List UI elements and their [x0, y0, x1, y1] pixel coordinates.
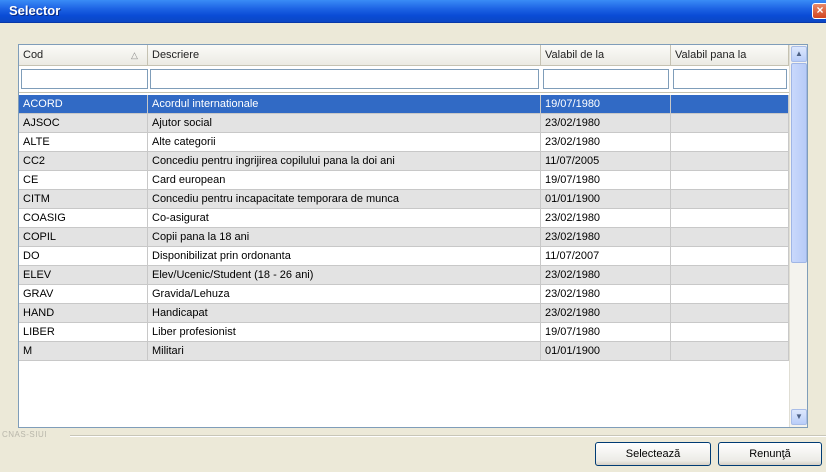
cell-cod: ELEV: [19, 266, 148, 284]
cell-valabil-de-la: 19/07/1980: [541, 323, 671, 341]
grid-header: Cod △ Descriere Valabil de la Valabil pa…: [19, 45, 789, 66]
cancel-button[interactable]: Renunţă: [718, 442, 822, 466]
cell-cod: CC2: [19, 152, 148, 170]
table-row[interactable]: GRAV Gravida/Lehuza 23/02/1980: [19, 285, 789, 304]
cell-valabil-pana-la: [671, 266, 789, 284]
close-icon[interactable]: ×: [812, 3, 826, 19]
cell-descriere: Copii pana la 18 ani: [148, 228, 541, 246]
cell-descriere: Handicapat: [148, 304, 541, 322]
cell-descriere: Disponibilizat prin ordonanta: [148, 247, 541, 265]
cell-cod: CE: [19, 171, 148, 189]
sort-ascending-icon: △: [131, 50, 138, 60]
table-row[interactable]: DO Disponibilizat prin ordonanta 11/07/200…: [19, 247, 789, 266]
column-header-valabil-de-la[interactable]: Valabil de la: [541, 45, 671, 65]
cell-cod: HAND: [19, 304, 148, 322]
cell-descriere: Ajutor social: [148, 114, 541, 132]
cell-descriere: Militari: [148, 342, 541, 360]
table-row[interactable]: CE Card european 19/07/1980: [19, 171, 789, 190]
cell-cod: DO: [19, 247, 148, 265]
cell-valabil-pana-la: [671, 342, 789, 360]
filter-valabil-de-la-input[interactable]: [543, 69, 669, 89]
cell-valabil-de-la: 23/02/1980: [541, 114, 671, 132]
cell-descriere: Concediu pentru incapacitate temporara d…: [148, 190, 541, 208]
scroll-down-icon[interactable]: ▼: [791, 409, 807, 425]
vertical-scrollbar[interactable]: ▲ ▼: [789, 45, 807, 427]
filter-descriere-input[interactable]: [150, 69, 539, 89]
table-row[interactable]: LIBER Liber profesionist 19/07/1980: [19, 323, 789, 342]
filter-valabil-pana-la-input[interactable]: [673, 69, 787, 89]
cell-valabil-pana-la: [671, 133, 789, 151]
cell-valabil-pana-la: [671, 304, 789, 322]
cell-valabil-pana-la: [671, 114, 789, 132]
cell-cod: COPIL: [19, 228, 148, 246]
cell-valabil-pana-la: [671, 209, 789, 227]
cell-valabil-de-la: 23/02/1980: [541, 285, 671, 303]
cell-valabil-de-la: 11/07/2007: [541, 247, 671, 265]
cell-valabil-de-la: 01/01/1900: [541, 190, 671, 208]
cell-descriere: Co-asigurat: [148, 209, 541, 227]
cell-valabil-pana-la: [671, 171, 789, 189]
cell-cod: COASIG: [19, 209, 148, 227]
cell-cod: M: [19, 342, 148, 360]
cell-valabil-pana-la: [671, 285, 789, 303]
cell-valabil-de-la: 11/07/2005: [541, 152, 671, 170]
cell-valabil-pana-la: [671, 323, 789, 341]
column-header-label: Cod: [23, 49, 44, 61]
filter-cod-input[interactable]: [21, 69, 148, 89]
column-header-valabil-pana-la[interactable]: Valabil pana la: [671, 45, 789, 65]
cell-descriere: Alte categorii: [148, 133, 541, 151]
cell-cod: ALTE: [19, 133, 148, 151]
cell-valabil-de-la: 23/02/1980: [541, 228, 671, 246]
scroll-up-icon[interactable]: ▲: [791, 46, 807, 62]
status-label: CNAS-SIUI: [2, 430, 47, 439]
title-bar: Selector ×: [0, 0, 826, 23]
scroll-thumb[interactable]: [791, 63, 807, 263]
cell-valabil-pana-la: [671, 247, 789, 265]
table-row[interactable]: HAND Handicapat 23/02/1980: [19, 304, 789, 323]
table-row[interactable]: CC2 Concediu pentru ingrijirea copilului …: [19, 152, 789, 171]
cell-cod: CITM: [19, 190, 148, 208]
cell-valabil-de-la: 23/02/1980: [541, 266, 671, 284]
cell-cod: LIBER: [19, 323, 148, 341]
cell-valabil-de-la: 01/01/1900: [541, 342, 671, 360]
table-row[interactable]: CITM Concediu pentru incapacitate tempora…: [19, 190, 789, 209]
cell-valabil-pana-la: [671, 228, 789, 246]
cell-descriere: Concediu pentru ingrijirea copilului pan…: [148, 152, 541, 170]
cell-valabil-de-la: 23/02/1980: [541, 209, 671, 227]
cell-descriere: Gravida/Lehuza: [148, 285, 541, 303]
cell-descriere: Elev/Ucenic/Student (18 - 26 ani): [148, 266, 541, 284]
column-header-descriere[interactable]: Descriere: [148, 45, 541, 65]
selector-grid: Cod △ Descriere Valabil de la Valabil pa…: [18, 44, 808, 428]
cell-valabil-pana-la: [671, 152, 789, 170]
table-row[interactable]: ACORD Acordul internationale 19/07/1980: [19, 95, 789, 114]
column-header-cod[interactable]: Cod △: [19, 45, 148, 65]
table-row[interactable]: ELEV Elev/Ucenic/Student (18 - 26 ani) 23/…: [19, 266, 789, 285]
table-row[interactable]: M Militari 01/01/1900: [19, 342, 789, 361]
status-divider: [70, 435, 826, 437]
cell-valabil-de-la: 19/07/1980: [541, 171, 671, 189]
cell-cod: GRAV: [19, 285, 148, 303]
cell-valabil-pana-la: [671, 95, 789, 113]
table-row[interactable]: ALTE Alte categorii 23/02/1980: [19, 133, 789, 152]
cell-descriere: Acordul internationale: [148, 95, 541, 113]
cell-valabil-pana-la: [671, 190, 789, 208]
filter-row: [19, 66, 789, 93]
window-title: Selector: [9, 3, 61, 18]
cell-valabil-de-la: 19/07/1980: [541, 95, 671, 113]
cell-descriere: Liber profesionist: [148, 323, 541, 341]
select-button[interactable]: Selectează: [595, 442, 711, 466]
cell-valabil-de-la: 23/02/1980: [541, 133, 671, 151]
cell-cod: AJSOC: [19, 114, 148, 132]
table-row[interactable]: COASIG Co-asigurat 23/02/1980: [19, 209, 789, 228]
cell-cod: ACORD: [19, 95, 148, 113]
cell-valabil-de-la: 23/02/1980: [541, 304, 671, 322]
table-row[interactable]: COPIL Copii pana la 18 ani 23/02/1980: [19, 228, 789, 247]
table-row[interactable]: AJSOC Ajutor social 23/02/1980: [19, 114, 789, 133]
cell-descriere: Card european: [148, 171, 541, 189]
